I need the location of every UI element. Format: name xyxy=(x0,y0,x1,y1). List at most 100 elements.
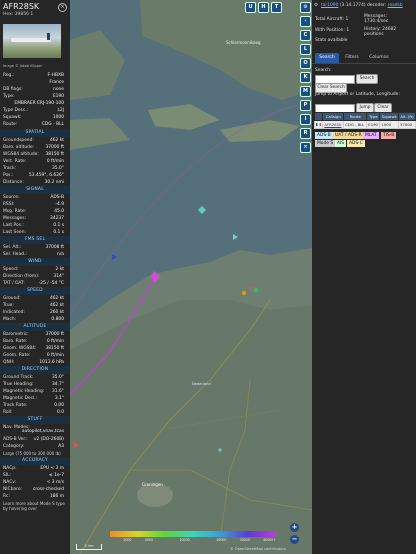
info-key: WGS84 altitude: xyxy=(3,152,39,157)
station-marker-3[interactable] xyxy=(248,286,252,290)
zoom-in-button[interactable]: + xyxy=(290,523,299,532)
info-row: Reg.: F-HBXB xyxy=(0,72,70,79)
map-button-u[interactable]: U xyxy=(245,2,256,13)
section-header[interactable]: DIRECTION xyxy=(0,366,70,374)
col-alt[interactable]: Alt. (ft) xyxy=(398,112,416,121)
info-value: 1013.6 hPa xyxy=(39,360,64,365)
info-row: Last Seen: 0.1 s xyxy=(0,229,70,236)
tab-columns[interactable]: Columns xyxy=(365,53,393,63)
info-key: Type: xyxy=(3,94,15,99)
map-button-l[interactable]: L xyxy=(300,44,311,55)
info-value: 0.800 xyxy=(51,317,64,322)
info-key: Ground: xyxy=(3,296,21,301)
info-row: Groundspeed: 462 kt xyxy=(0,137,70,144)
info-value: ≤ 1e-7 xyxy=(49,473,64,478)
info-key: True: xyxy=(3,303,14,308)
info-row: Ground Track: 35.0° xyxy=(0,374,70,381)
image-credit: Image © Jakob Klipper xyxy=(3,64,43,68)
map-button-c[interactable]: C xyxy=(300,30,311,41)
info-value: E190 xyxy=(52,94,64,99)
close-icon[interactable]: × xyxy=(58,3,67,12)
col-route[interactable]: Route xyxy=(343,112,368,121)
tab-search[interactable]: Search xyxy=(315,53,339,63)
section-header[interactable]: SPATIAL xyxy=(0,129,70,137)
info-key: Ground Track: xyxy=(3,375,34,380)
info-row: SIL: ≤ 1e-7 xyxy=(0,472,70,479)
info-header: AFR28SK Hex: 39856 1 × xyxy=(0,0,70,20)
info-row: Messages: 34237 xyxy=(0,215,70,222)
map-button-m[interactable]: M xyxy=(300,86,311,97)
altitude-scale-labels: 2000 4000 10000 20000 30000 40000+ xyxy=(110,538,276,544)
section-header[interactable]: ALTITUDE xyxy=(0,323,70,331)
detail-sections: SPATIAL Groundspeed: 462 kt Baro. altitude:… xyxy=(0,129,70,512)
info-row: Msg. Rate: 45.0 xyxy=(0,208,70,215)
info-key: Barometric: xyxy=(3,332,29,337)
info-value: v2 (DO-260B) xyxy=(33,437,64,442)
info-value: 3.1° xyxy=(54,396,64,401)
map-view[interactable]: Schiermonnikoog Groningen Nederland U H … xyxy=(70,0,312,554)
section-header[interactable]: STUFF xyxy=(0,416,70,424)
col-squawk[interactable]: Squawk xyxy=(379,112,400,121)
info-key: NACv: xyxy=(3,480,17,485)
info-row: NICbaro: cross-checked xyxy=(0,486,70,493)
section-header[interactable]: SPEED xyxy=(0,287,70,295)
decoder-link[interactable]: readsb xyxy=(388,3,403,8)
station-marker-4[interactable] xyxy=(218,448,222,452)
section-header[interactable]: FMS SEL xyxy=(0,236,70,244)
info-key: Rc: xyxy=(3,494,10,499)
search-button[interactable]: Search xyxy=(356,74,378,84)
info-value: 260 kt xyxy=(49,310,64,315)
info-row: Mach: 0.800 xyxy=(0,316,70,323)
map-button-k[interactable]: K xyxy=(300,72,311,83)
station-marker-2[interactable] xyxy=(242,291,246,295)
info-value: 53.459°, 6.626° xyxy=(28,173,64,178)
section-header[interactable]: ACCURACY xyxy=(0,457,70,465)
map-button-t[interactable]: T xyxy=(271,2,282,13)
row-callsign: AFR28SK xyxy=(322,120,345,129)
version-text: (3.14.1774) decoder: xyxy=(339,3,387,8)
table-row[interactable]: AFR28SK CDG - BLL E190 1000 37000 xyxy=(313,120,416,129)
close-icon[interactable]: × xyxy=(300,142,311,153)
info-row: Barometric: 37000 ft xyxy=(0,331,70,338)
map-button-i[interactable]: I xyxy=(300,114,311,125)
col-flag[interactable] xyxy=(313,112,324,121)
section-header[interactable]: SIGNAL xyxy=(0,186,70,194)
settings-icon[interactable]: ⚙ xyxy=(314,3,318,8)
zoom-out-button[interactable]: − xyxy=(290,535,299,544)
map-attribution[interactable]: © OpenStreetMap contributors xyxy=(230,547,286,551)
collapse-icon[interactable]: ‹ xyxy=(300,16,311,27)
col-type[interactable]: Type xyxy=(366,112,381,121)
altitude-tick-label: 30000 xyxy=(239,538,250,542)
info-value: 0 ft/min xyxy=(46,159,64,164)
version-link[interactable]: tar1090 xyxy=(321,3,338,8)
info-row: Track: 35.0° xyxy=(0,165,70,172)
section-header[interactable]: WIND xyxy=(0,258,70,266)
aircraft-photo[interactable] xyxy=(3,24,61,58)
info-value: CDG - BLL xyxy=(41,122,64,127)
info-key: ADS-B Ver.: xyxy=(3,437,28,442)
map-button-r[interactable]: R xyxy=(300,128,311,139)
tab-filters[interactable]: Filters xyxy=(340,53,364,63)
station-marker[interactable] xyxy=(253,287,259,293)
info-key: Category: xyxy=(3,444,25,449)
legend-chip: Mode S xyxy=(315,140,336,147)
info-value: 35.0° xyxy=(52,375,64,380)
altitude-tick-label: 10000 xyxy=(179,538,190,542)
col-callsign[interactable]: Callsign xyxy=(322,112,345,121)
info-value: EPU < 3 m xyxy=(40,466,64,471)
settings-icon[interactable]: ⚙ xyxy=(300,2,311,13)
info-row: EMBRAER ERJ-190-100 xyxy=(0,100,70,107)
info-key: QNH: xyxy=(3,360,15,365)
info-row: Source: ADS-B xyxy=(0,194,70,201)
map-button-o[interactable]: O xyxy=(300,58,311,69)
map-canvas xyxy=(70,0,312,554)
footer-note: Learn more about Mode S type by hovering… xyxy=(3,501,65,511)
stats-link[interactable]: Stats available xyxy=(315,38,347,43)
info-row: Geom. Rate: 0 ft/min xyxy=(0,352,70,359)
legend-chip: ADS-C xyxy=(347,140,365,147)
map-button-h[interactable]: H xyxy=(258,2,269,13)
info-row: Last Pos.: 0.1 s xyxy=(0,222,70,229)
info-key: Direction (from): xyxy=(3,274,40,279)
map-button-p[interactable]: P xyxy=(300,100,311,111)
info-row: True: 462 kt xyxy=(0,302,70,309)
